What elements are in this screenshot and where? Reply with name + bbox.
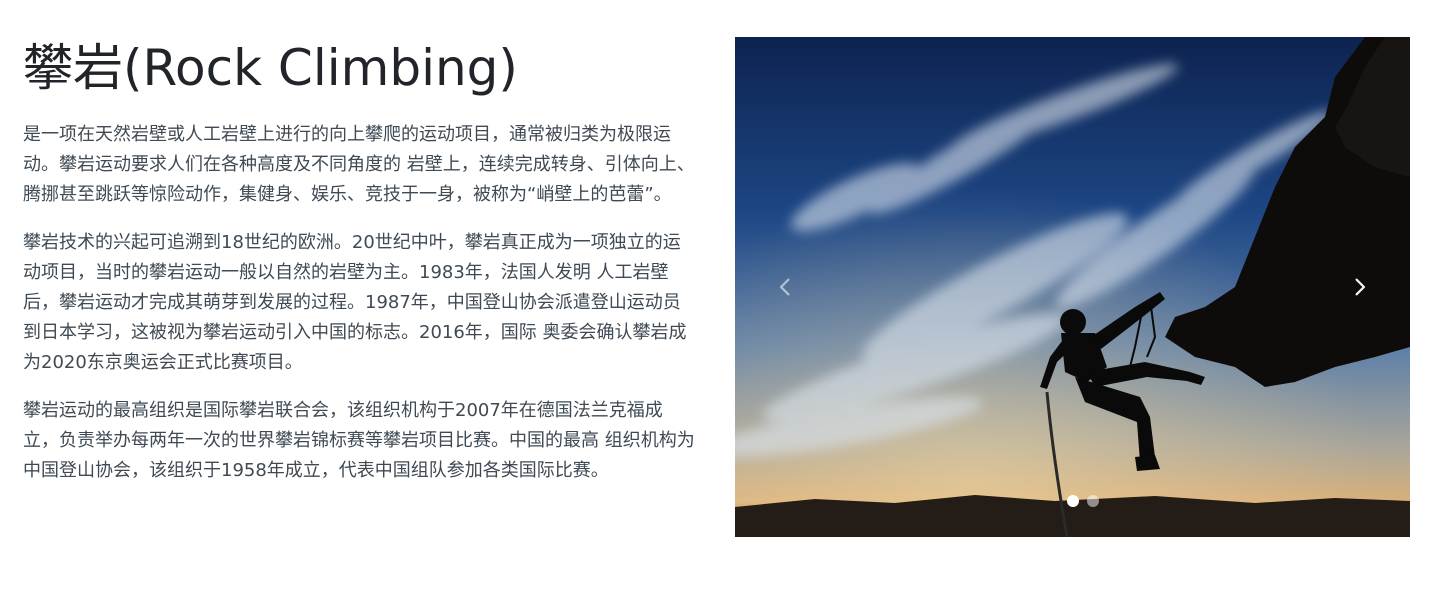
rock-climber-photo <box>735 37 1410 537</box>
chevron-left-icon <box>779 278 790 296</box>
carousel-indicators <box>735 495 1410 507</box>
carousel-next-button[interactable] <box>1310 37 1410 537</box>
chevron-right-icon <box>1355 278 1366 296</box>
image-carousel[interactable] <box>735 37 1410 537</box>
carousel-indicator-1[interactable] <box>1066 495 1079 507</box>
carousel-indicator-2[interactable] <box>1086 495 1099 507</box>
page-title: 攀岩(Rock Climbing) <box>23 39 518 97</box>
carousel-prev-button[interactable] <box>735 37 835 537</box>
paragraph-intro: 是一项在天然岩壁或人工岩壁上进行的向上攀爬的运动项目，通常被归类为极限运动。攀岩… <box>23 124 695 205</box>
page: 攀岩(Rock Climbing) 是一项在天然岩壁或人工岩壁上进行的向上攀爬的… <box>0 0 1452 601</box>
article: 攀岩(Rock Climbing) 是一项在天然岩壁或人工岩壁上进行的向上攀爬的… <box>23 38 695 504</box>
paragraph-organization: 攀岩运动的最高组织是国际攀岩联合会，该组织机构于2007年在德国法兰克福成立，负… <box>23 400 695 481</box>
paragraph-history: 攀岩技术的兴起可追溯到18世纪的欧洲。20世纪中叶，攀岩真正成为一项独立的运动项… <box>23 232 687 373</box>
